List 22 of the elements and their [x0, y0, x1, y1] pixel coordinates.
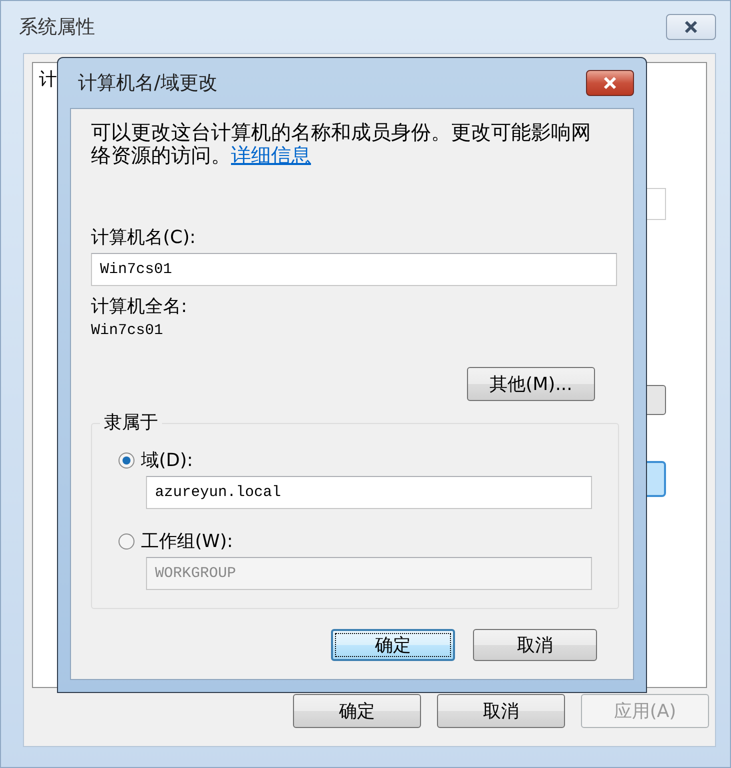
- radio-label: 工作组(W):: [141, 530, 233, 553]
- cancel-button[interactable]: 取消: [437, 694, 565, 728]
- ok-button[interactable]: 确定: [293, 694, 421, 728]
- dialog-title: 计算机名/域更改: [78, 71, 218, 96]
- radio-label: 域(D):: [141, 449, 193, 472]
- more-button[interactable]: 其他(M)...: [467, 367, 595, 401]
- close-icon: [683, 20, 699, 34]
- cancel-button[interactable]: 取消: [473, 629, 597, 661]
- field-label: 计算机名(C):: [91, 226, 197, 249]
- ok-button[interactable]: 确定: [331, 629, 455, 661]
- description-text: 可以更改这台计算机的名称和成员身份。更改可能影响网络资源的访问。详细信息: [91, 121, 592, 167]
- tab-label[interactable]: 计: [39, 67, 57, 91]
- details-link[interactable]: 详细信息: [231, 143, 311, 167]
- domain-field[interactable]: azureyun.local: [146, 476, 592, 509]
- window-title: 系统属性: [19, 15, 95, 40]
- close-button[interactable]: [586, 70, 634, 96]
- computer-name-field[interactable]: Win7cs01: [91, 253, 617, 286]
- close-icon: [602, 76, 618, 90]
- radio-button[interactable]: [118, 452, 135, 468]
- full-name-text: Win7cs01: [91, 322, 164, 339]
- field-label: 计算机全名:: [91, 295, 188, 318]
- close-button[interactable]: [666, 14, 716, 40]
